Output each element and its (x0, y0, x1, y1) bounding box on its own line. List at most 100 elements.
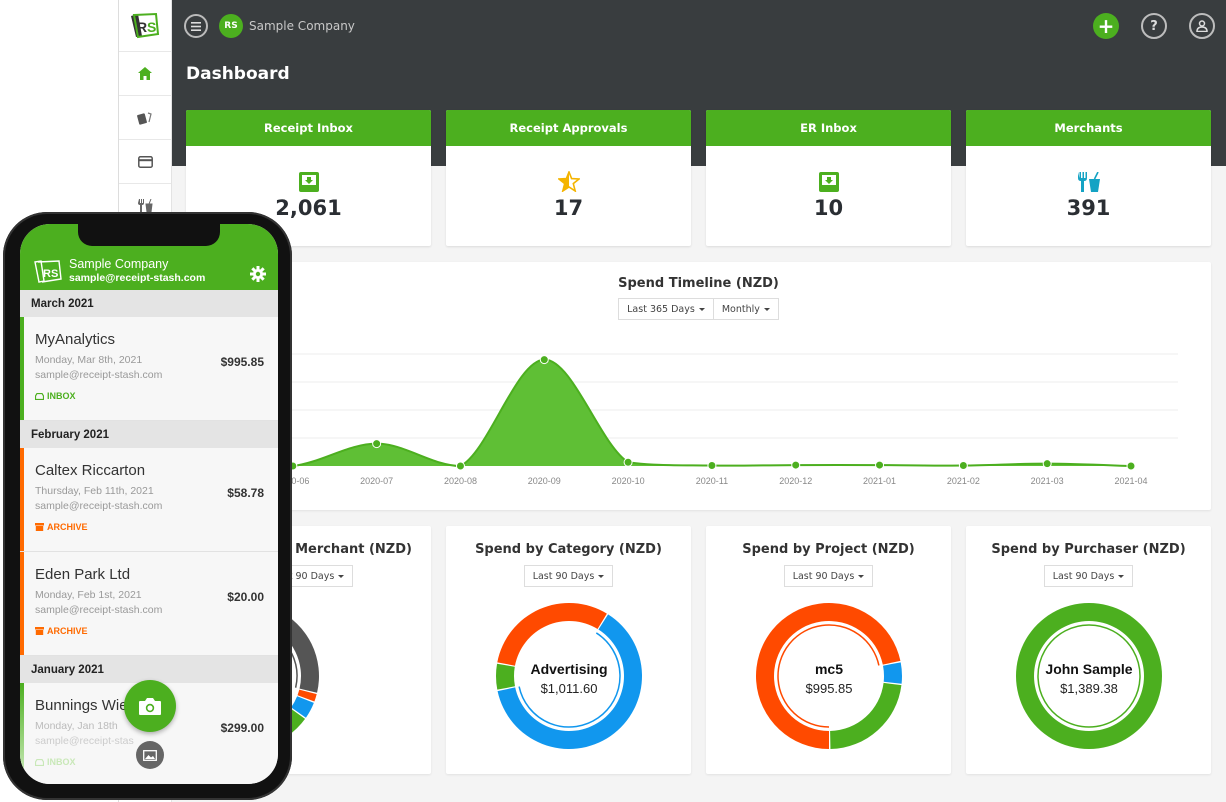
donut-center-label: Advertising (530, 661, 607, 677)
receipt-amount: $20.00 (227, 590, 264, 604)
donut-center-value: $1,011.60 (541, 681, 598, 696)
x-tick-label: 2021-02 (947, 476, 980, 486)
plus-icon: + (1097, 14, 1115, 38)
timeline-point-2021-01[interactable] (875, 460, 885, 470)
phone-user-email: sample@receipt-stash.com (69, 272, 206, 284)
caret-down-icon (763, 307, 770, 311)
timeline-point-2021-03[interactable] (1042, 459, 1052, 469)
x-tick-label: 2020-08 (444, 476, 477, 486)
donut-chart-purchaser: John Sample $1,389.38 (1015, 603, 1162, 749)
donut-center-label: John Sample (1045, 661, 1132, 677)
camera-capture-button[interactable] (124, 680, 176, 732)
donut-title: Spend by Category (NZD) (475, 542, 662, 557)
sidebar-item-home[interactable] (119, 52, 171, 96)
add-button[interactable]: + (1093, 13, 1119, 39)
user-menu-button[interactable] (1189, 13, 1215, 39)
timeline-chart: 2020-052020-062020-072020-082020-092020-… (192, 353, 1178, 486)
donut-slice-1[interactable] (496, 663, 515, 690)
timeline-point-2020-12[interactable] (791, 460, 801, 470)
donut-slice-1[interactable] (883, 662, 902, 684)
credit-card-icon (137, 155, 153, 168)
donut-range-dropdown[interactable]: Last 90 Days (783, 565, 874, 587)
app-logo[interactable]: R S (119, 0, 171, 52)
help-button[interactable]: ? (1141, 13, 1167, 39)
month-header: March 2021 (20, 290, 278, 317)
company-avatar[interactable]: RS (219, 14, 243, 38)
timeline-point-2020-07[interactable] (372, 439, 382, 449)
phone-company-name: Sample Company (69, 257, 169, 271)
donut-title: Spend by Project (NZD) (742, 542, 915, 557)
timeline-title: Spend Timeline (NZD) (618, 276, 779, 291)
caret-down-icon (338, 574, 345, 578)
archive-icon (35, 523, 44, 531)
x-tick-label: 2021-04 (1114, 476, 1147, 486)
timeline-point-2020-08[interactable] (455, 461, 465, 471)
receipt-stash-logo-icon: R S (131, 12, 160, 38)
stat-card-er-inbox[interactable]: ER Inbox 10 (706, 110, 951, 246)
receipt-merchant: Caltex Riccarton (35, 462, 146, 479)
stat-title: Merchants (966, 110, 1211, 146)
inbox-icon (35, 392, 44, 400)
phone-notch (78, 224, 220, 246)
timeline-point-2021-04[interactable] (1126, 461, 1136, 471)
stat-value: 17 (553, 196, 584, 220)
caret-down-icon (1118, 574, 1125, 578)
archive-icon (35, 627, 44, 635)
receipt-amount: $58.78 (227, 486, 264, 500)
stat-value: 391 (1066, 196, 1111, 220)
receipt-list-item[interactable]: Eden Park Ltd $20.00 Monday, Feb 1st, 20… (20, 552, 278, 656)
top-bar: RS Sample Company + ? (172, 0, 1226, 52)
inbox-download-icon (298, 172, 319, 192)
half-star-icon (557, 171, 580, 192)
company-name[interactable]: Sample Company (249, 19, 355, 33)
x-tick-label: 2020-12 (779, 476, 812, 486)
stat-title: Receipt Inbox (186, 110, 431, 146)
receipt-status-badge: ARCHIVE (35, 626, 264, 636)
menu-toggle-button[interactable] (184, 14, 208, 38)
month-header: January 2021 (20, 656, 278, 683)
receipt-merchant: Eden Park Ltd (35, 566, 131, 583)
x-tick-label: 2020-09 (528, 476, 561, 486)
donut-range-dropdown[interactable]: Last 90 Days (523, 565, 614, 587)
receipt-email: sample@receipt-stash.com (35, 604, 163, 616)
receipt-email: sample@receipt-stash.com (35, 369, 163, 381)
donut-chart-project: mc5 $995.85 (756, 603, 902, 749)
top-actions: + ? (1093, 13, 1226, 39)
receipt-amount: $995.85 (220, 355, 264, 369)
receipt-merchant: MyAnalytics (35, 331, 116, 348)
image-icon (143, 749, 157, 761)
receipt-amount: $299.00 (220, 721, 264, 735)
camera-icon (139, 697, 161, 715)
donut-chart-category: Advertising $1,011.60 (496, 603, 642, 749)
question-icon: ? (1150, 18, 1158, 34)
fork-cup-icon (138, 199, 153, 212)
sidebar-item-cards[interactable] (119, 140, 171, 184)
timeline-interval-dropdown[interactable]: Monthly (713, 298, 779, 320)
timeline-point-2021-02[interactable] (958, 461, 968, 471)
inbox-download-icon (818, 172, 839, 192)
timeline-point-2020-09[interactable] (539, 355, 549, 365)
timeline-range-dropdown[interactable]: Last 365 Days (618, 298, 714, 320)
gallery-upload-button[interactable] (136, 741, 164, 769)
x-tick-label: 2020-11 (696, 476, 728, 486)
timeline-point-2020-11[interactable] (707, 461, 717, 471)
receipt-list-item[interactable]: MyAnalytics $995.85 Monday, Mar 8th, 202… (20, 317, 278, 421)
svg-text:RS: RS (43, 268, 58, 280)
donut-range-dropdown[interactable]: Last 90 Days (1043, 565, 1134, 587)
donut-center-value: $1,389.38 (1060, 681, 1118, 696)
stat-title: Receipt Approvals (446, 110, 691, 146)
receipt-list-item[interactable]: Caltex Riccarton $58.78 Thursday, Feb 11… (20, 448, 278, 552)
page-title: Dashboard (186, 64, 290, 84)
sidebar-item-receipts[interactable] (119, 96, 171, 140)
donut-slice-2[interactable] (497, 603, 607, 666)
caret-down-icon (598, 574, 605, 578)
timeline-point-2020-10[interactable] (623, 457, 633, 467)
settings-gear-icon[interactable] (250, 266, 266, 282)
stat-card-receipt-approvals[interactable]: Receipt Approvals 17 (446, 110, 691, 246)
x-tick-label: 2020-10 (612, 476, 645, 486)
hamburger-icon (191, 21, 201, 31)
donut-center-value: $995.85 (806, 681, 853, 696)
stat-card-merchants[interactable]: Merchants 391 (966, 110, 1211, 246)
x-tick-label: 2020-07 (360, 476, 393, 486)
fork-cup-icon (1077, 172, 1100, 192)
